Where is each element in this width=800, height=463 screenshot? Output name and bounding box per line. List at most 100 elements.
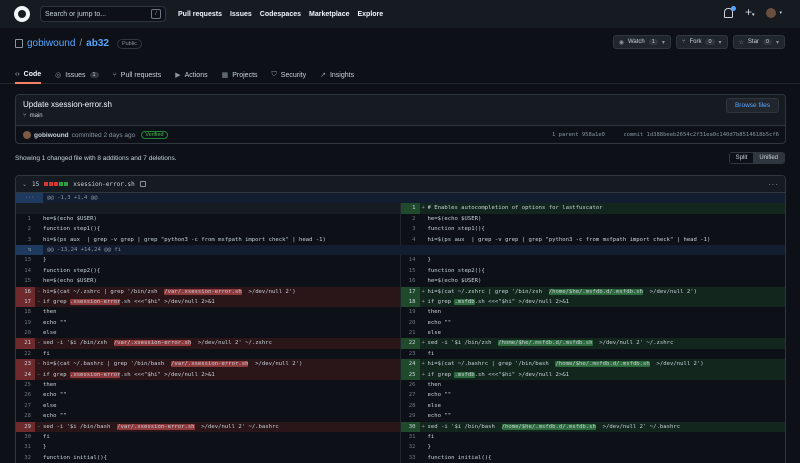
line-number[interactable]: 15 [16, 276, 35, 286]
line-number[interactable]: 22 [400, 338, 420, 349]
nav-explore[interactable]: Explore [357, 11, 383, 18]
tab-projects[interactable]: ▦ Projects [222, 63, 258, 84]
line-number[interactable]: 18 [400, 296, 420, 308]
nav-issues[interactable]: Issues [230, 11, 252, 18]
expand-lines-icon[interactable]: ⇅ [16, 244, 43, 256]
line-number[interactable]: 19 [16, 318, 35, 328]
line-number[interactable]: 24 [16, 369, 35, 381]
tab-code[interactable]: ‹› Code [15, 63, 42, 84]
line-number[interactable]: 23 [401, 349, 420, 359]
line-number[interactable]: 1 [400, 203, 420, 214]
code-text: if grep [43, 298, 70, 305]
code-line: else [43, 402, 57, 409]
line-number[interactable]: 32 [16, 453, 35, 463]
line-number[interactable]: 25 [400, 369, 420, 381]
line-number[interactable]: 28 [401, 401, 420, 411]
author-avatar[interactable] [23, 131, 31, 139]
watch-count: 1 [648, 39, 658, 45]
line-number[interactable]: 19 [401, 307, 420, 317]
search-input[interactable]: Search or jump to... / [40, 6, 166, 22]
line-number[interactable]: 27 [401, 390, 420, 400]
github-logo-icon[interactable] [14, 6, 30, 22]
browse-files-button[interactable]: Browse files [725, 98, 779, 113]
fork-button[interactable]: ⑂ Fork 0 ▾ [675, 35, 728, 49]
tab-pull-requests[interactable]: ⑂ Pull requests [113, 63, 162, 84]
line-number[interactable]: 24 [400, 359, 420, 370]
line-number[interactable]: 17 [16, 296, 35, 308]
visibility-badge: Public [116, 38, 142, 49]
user-avatar[interactable] [766, 7, 777, 18]
diff-cell: 25 + if grep .msfdb.sh <<<"$hi" >/dev/null… [400, 369, 785, 381]
line-number[interactable]: 26 [16, 390, 35, 400]
line-number[interactable]: 13 [16, 255, 35, 265]
verified-badge[interactable]: Verified [141, 131, 168, 139]
nav-codespaces[interactable]: Codespaces [260, 11, 301, 18]
line-number[interactable]: 20 [401, 318, 420, 328]
file-name[interactable]: xsession-error.sh [73, 181, 134, 188]
line-number[interactable]: 16 [16, 286, 35, 297]
line-number[interactable]: 23 [16, 359, 35, 370]
nav-pull-requests[interactable]: Pull requests [178, 11, 222, 18]
code-line: then [43, 382, 57, 389]
line-number[interactable]: 16 [401, 276, 420, 286]
line-number[interactable]: 31 [401, 432, 420, 442]
split-view-button[interactable]: Split [729, 153, 754, 163]
code-text: >/dev/null 2' ~/.zshrc [592, 340, 674, 347]
line-number[interactable]: 2 [401, 214, 420, 224]
chevron-down-icon[interactable]: ⌄ [22, 181, 27, 188]
line-number[interactable]: 14 [401, 255, 420, 265]
line-number[interactable]: 27 [16, 401, 35, 411]
line-number[interactable]: 18 [16, 307, 35, 317]
line-number[interactable]: 31 [16, 442, 35, 452]
line-number[interactable]: 2 [16, 224, 35, 234]
line-number[interactable]: 4 [401, 235, 420, 245]
tab-security[interactable]: ⛉ Security [272, 63, 307, 84]
tab-issues[interactable]: ◎ Issues 1 [55, 63, 99, 84]
branch-label[interactable]: ⑂ main [23, 113, 43, 119]
chevron-down-icon[interactable]: ▾ [779, 10, 782, 16]
tab-actions[interactable]: ▶ Actions [175, 63, 207, 84]
commit-author[interactable]: gobiwound [34, 132, 69, 139]
change-count: 15 [32, 180, 40, 188]
line-number[interactable]: 32 [401, 442, 420, 452]
line-number[interactable] [16, 203, 35, 214]
line-number[interactable]: 25 [16, 380, 35, 390]
line-number[interactable]: 1 [16, 214, 35, 224]
copy-icon[interactable] [139, 181, 146, 187]
tab-insights[interactable]: ↗ Insights [320, 63, 354, 84]
expand-lines-icon[interactable]: ··· [16, 193, 43, 204]
repo-owner-link[interactable]: gobiwound [27, 38, 75, 49]
line-number[interactable]: 21 [16, 338, 35, 349]
line-number[interactable]: 28 [16, 411, 35, 421]
line-number[interactable]: 30 [400, 421, 420, 432]
line-number[interactable]: 22 [16, 349, 35, 359]
code-text: .sh <<<"$hi" >/dev/null 2>&1 [120, 298, 215, 305]
star-button[interactable]: ☆ Star 0 ▾ [732, 35, 785, 49]
line-number[interactable]: 30 [16, 432, 35, 442]
line-number[interactable]: 26 [401, 380, 420, 390]
line-number[interactable]: 17 [400, 286, 420, 297]
line-number[interactable]: 29 [16, 421, 35, 432]
diff-sign [420, 266, 428, 276]
line-number[interactable]: 3 [16, 235, 35, 245]
parent-commit[interactable]: 1 parent 958a1e0 [552, 132, 605, 138]
line-number[interactable]: 29 [401, 411, 420, 421]
diff-cell: 30 fi [16, 431, 401, 443]
repo-name-link[interactable]: ab32 [86, 38, 109, 49]
line-number[interactable]: 3 [401, 224, 420, 234]
watch-button[interactable]: ◉ Watch 1 ▾ [612, 35, 671, 49]
code-line: echo "" [43, 319, 67, 326]
kebab-menu-icon[interactable]: ··· [768, 180, 779, 189]
unified-view-button[interactable]: Unified [753, 153, 784, 163]
diff-row: 25 then 26 then [16, 380, 785, 391]
line-number[interactable]: 33 [401, 453, 420, 463]
nav-marketplace[interactable]: Marketplace [309, 11, 349, 18]
notifications-bell-icon[interactable] [723, 5, 736, 18]
line-number[interactable]: 20 [16, 328, 35, 338]
code-text: .sh <<<"$hi" >/dev/null 2>&1 [474, 371, 569, 378]
diff-cell: 24- if grep .xsession-error.sh <<<"$hi" >… [16, 369, 401, 381]
line-number[interactable]: 15 [401, 266, 420, 276]
line-number[interactable]: 14 [16, 266, 35, 276]
line-number[interactable]: 21 [401, 328, 420, 338]
create-new-button[interactable]: +▾ [745, 6, 755, 18]
